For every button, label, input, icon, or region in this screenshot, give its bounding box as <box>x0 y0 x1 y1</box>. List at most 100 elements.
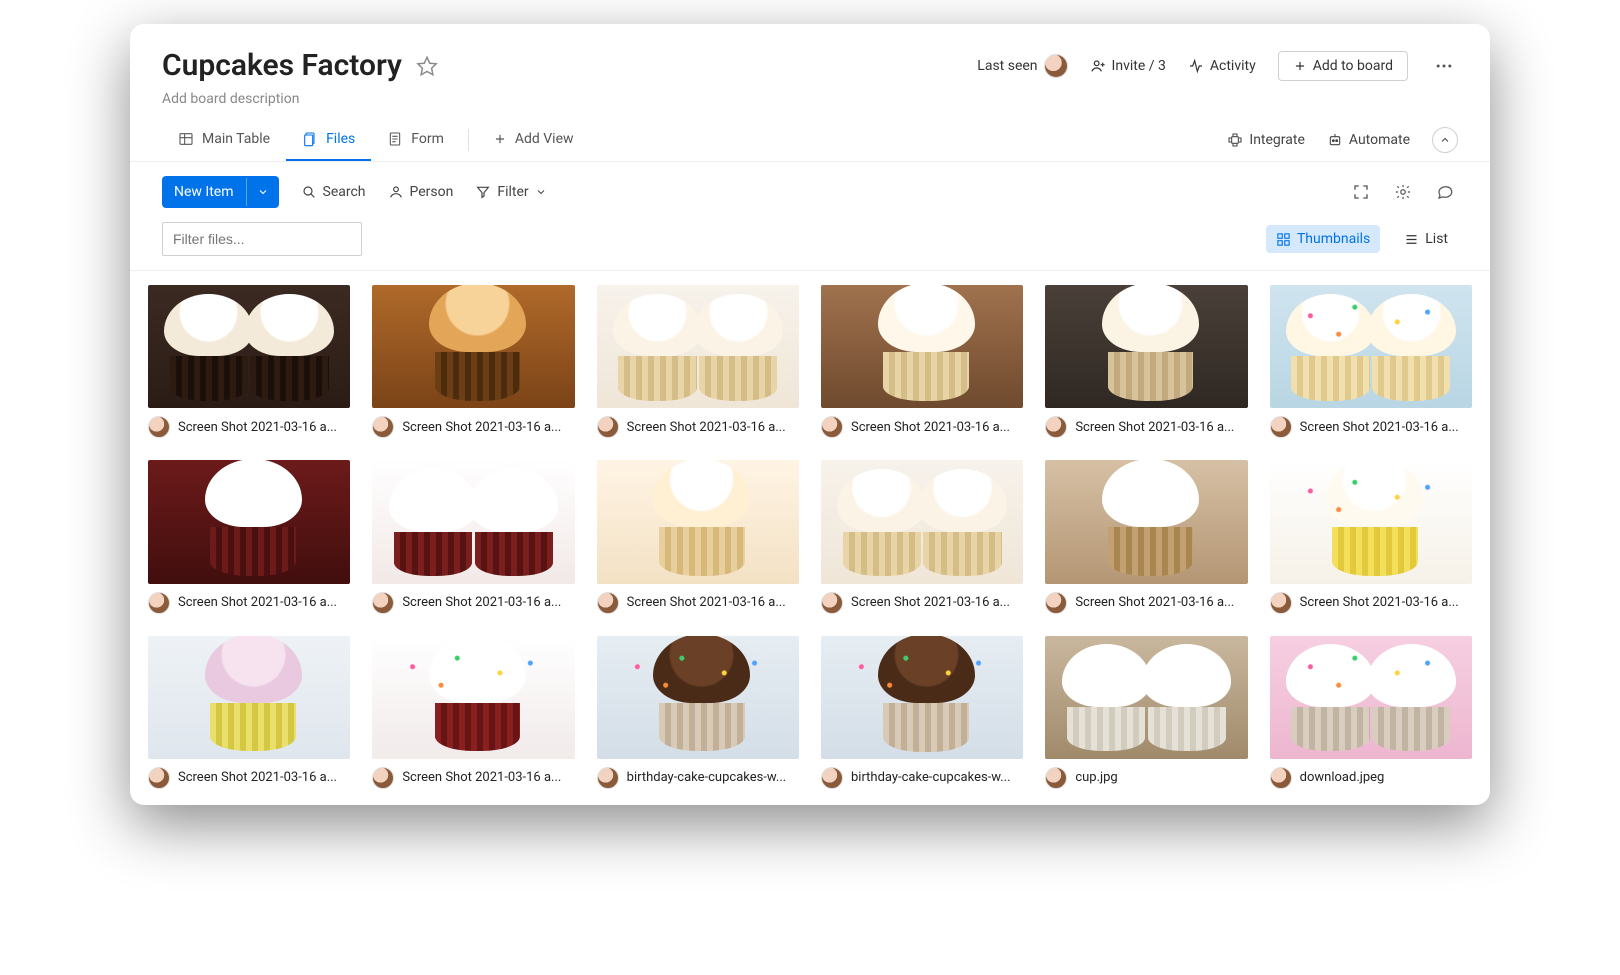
file-card[interactable]: Screen Shot 2021-03-16 a... <box>821 285 1023 438</box>
file-card[interactable]: Screen Shot 2021-03-16 a... <box>148 636 350 789</box>
add-view-button[interactable]: Add View <box>477 119 590 161</box>
person-filter[interactable]: Person <box>388 184 454 200</box>
file-thumbnail[interactable] <box>597 636 799 759</box>
file-card[interactable]: Screen Shot 2021-03-16 a... <box>148 285 350 438</box>
activity-icon <box>1188 58 1204 74</box>
file-thumbnail[interactable] <box>1045 460 1247 583</box>
file-meta: Screen Shot 2021-03-16 a... <box>372 416 574 438</box>
file-meta: Screen Shot 2021-03-16 a... <box>597 592 799 614</box>
last-seen[interactable]: Last seen <box>977 54 1067 78</box>
more-options-button[interactable] <box>1430 52 1458 80</box>
file-thumbnail[interactable] <box>148 636 350 759</box>
search-tool[interactable]: Search <box>301 184 366 200</box>
settings-button[interactable] <box>1390 179 1416 205</box>
view-thumbnails[interactable]: Thumbnails <box>1266 225 1380 253</box>
file-card[interactable]: Screen Shot 2021-03-16 a... <box>148 460 350 613</box>
tabs-right: Integrate Automate <box>1227 127 1458 153</box>
person-add-icon <box>1090 58 1106 74</box>
file-card[interactable]: Screen Shot 2021-03-16 a... <box>597 285 799 438</box>
invite-button[interactable]: Invite / 3 <box>1090 58 1166 74</box>
file-thumbnail[interactable] <box>148 460 350 583</box>
file-card[interactable]: Screen Shot 2021-03-16 a... <box>372 285 574 438</box>
file-card[interactable]: Screen Shot 2021-03-16 a... <box>597 460 799 613</box>
activity-label: Activity <box>1210 58 1256 74</box>
plus-icon <box>493 132 507 146</box>
tab-main-table[interactable]: Main Table <box>162 119 286 161</box>
file-meta: Screen Shot 2021-03-16 a... <box>1270 592 1472 614</box>
file-meta: birthday-cake-cupcakes-w... <box>821 767 1023 789</box>
file-thumbnail[interactable] <box>1270 460 1472 583</box>
integrate-button[interactable]: Integrate <box>1227 132 1305 148</box>
file-meta: Screen Shot 2021-03-16 a... <box>148 416 350 438</box>
tab-files-label: Files <box>326 131 355 147</box>
chevron-down-icon <box>535 186 547 198</box>
collapse-toggle[interactable] <box>1432 127 1458 153</box>
avatar <box>1270 767 1292 789</box>
file-card[interactable]: birthday-cake-cupcakes-w... <box>821 636 1023 789</box>
avatar <box>1045 592 1067 614</box>
view-list[interactable]: List <box>1394 225 1458 253</box>
file-thumbnail[interactable] <box>372 285 574 408</box>
new-item-dropdown[interactable] <box>246 178 279 206</box>
file-meta: Screen Shot 2021-03-16 a... <box>821 592 1023 614</box>
automate-icon <box>1327 132 1343 148</box>
file-card[interactable]: Screen Shot 2021-03-16 a... <box>1270 285 1472 438</box>
chevron-down-icon <box>257 186 269 198</box>
file-thumbnail[interactable] <box>372 636 574 759</box>
file-card[interactable]: cup.jpg <box>1045 636 1247 789</box>
activity-button[interactable]: Activity <box>1188 58 1256 74</box>
tab-form-label: Form <box>411 131 444 147</box>
file-thumbnail[interactable] <box>597 460 799 583</box>
board-description[interactable]: Add board description <box>130 91 1490 119</box>
star-icon[interactable] <box>416 55 438 77</box>
file-card[interactable]: birthday-cake-cupcakes-w... <box>597 636 799 789</box>
file-card[interactable]: Screen Shot 2021-03-16 a... <box>372 460 574 613</box>
list-label: List <box>1425 231 1448 247</box>
file-thumbnail[interactable] <box>821 636 1023 759</box>
file-meta: Screen Shot 2021-03-16 a... <box>148 767 350 789</box>
file-thumbnail[interactable] <box>1045 285 1247 408</box>
file-thumbnail[interactable] <box>597 285 799 408</box>
file-name: Screen Shot 2021-03-16 a... <box>402 420 574 435</box>
file-card[interactable]: Screen Shot 2021-03-16 a... <box>1045 460 1247 613</box>
fullscreen-button[interactable] <box>1348 179 1374 205</box>
file-thumbnail[interactable] <box>821 285 1023 408</box>
file-thumbnail[interactable] <box>821 460 1023 583</box>
comments-button[interactable] <box>1432 179 1458 205</box>
avatar <box>148 767 170 789</box>
file-card[interactable]: Screen Shot 2021-03-16 a... <box>372 636 574 789</box>
tab-files[interactable]: Files <box>286 119 371 161</box>
board-toolbar: New Item Search Person Filter <box>130 162 1490 222</box>
filter-files-input[interactable] <box>162 222 362 256</box>
file-thumbnail[interactable] <box>1270 636 1472 759</box>
gear-icon <box>1394 183 1412 201</box>
view-toggle: Thumbnails List <box>1266 225 1458 253</box>
dots-horizontal-icon <box>1434 56 1454 76</box>
tab-form[interactable]: Form <box>371 119 460 161</box>
file-thumbnail[interactable] <box>1045 636 1247 759</box>
add-view-label: Add View <box>515 131 574 147</box>
file-name: cup.jpg <box>1075 770 1247 785</box>
file-card[interactable]: Screen Shot 2021-03-16 a... <box>1270 460 1472 613</box>
add-to-board-button[interactable]: Add to board <box>1278 51 1408 81</box>
file-name: download.jpeg <box>1300 770 1472 785</box>
avatar <box>597 592 619 614</box>
new-item-button[interactable]: New Item <box>162 176 279 208</box>
file-card[interactable]: Screen Shot 2021-03-16 a... <box>1045 285 1247 438</box>
avatar <box>1045 416 1067 438</box>
filter-files-field[interactable] <box>173 231 354 247</box>
filter-label: Filter <box>497 184 528 200</box>
file-name: Screen Shot 2021-03-16 a... <box>178 420 350 435</box>
file-card[interactable]: Screen Shot 2021-03-16 a... <box>821 460 1023 613</box>
automate-button[interactable]: Automate <box>1327 132 1410 148</box>
file-thumbnail[interactable] <box>148 285 350 408</box>
file-thumbnail[interactable] <box>1270 285 1472 408</box>
file-name: Screen Shot 2021-03-16 a... <box>851 420 1023 435</box>
avatar <box>148 416 170 438</box>
integrate-icon <box>1227 132 1243 148</box>
filter-tool[interactable]: Filter <box>475 184 546 200</box>
file-thumbnail[interactable] <box>372 460 574 583</box>
tab-main-table-label: Main Table <box>202 131 270 147</box>
file-card[interactable]: download.jpeg <box>1270 636 1472 789</box>
search-icon <box>301 184 317 200</box>
